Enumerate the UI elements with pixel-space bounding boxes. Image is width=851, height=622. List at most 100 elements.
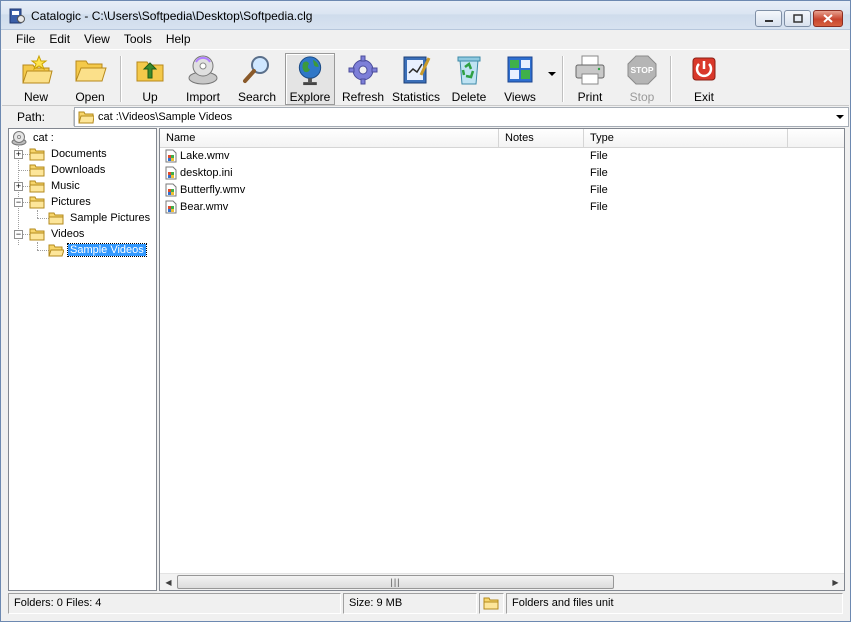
app-window: Catalogic - C:\Users\Softpedia\Desktop\S… bbox=[0, 0, 851, 622]
tree-item-sample-pictures[interactable]: Sample Pictures bbox=[48, 210, 152, 226]
scrollbar-thumb[interactable]: ||| bbox=[177, 575, 614, 589]
refresh-button[interactable]: Refresh bbox=[339, 53, 387, 105]
exit-label: Exit bbox=[693, 90, 714, 104]
statistics-label: Statistics bbox=[391, 90, 440, 104]
tree-item-documents[interactable]: Documents bbox=[29, 146, 109, 162]
collapse-minus-icon[interactable]: − bbox=[14, 230, 23, 239]
scroll-left-arrow-icon[interactable]: ◀ bbox=[160, 574, 177, 590]
views-label: Views bbox=[504, 90, 536, 104]
menu-help[interactable]: Help bbox=[159, 30, 198, 49]
scroll-right-arrow-icon[interactable]: ▶ bbox=[827, 574, 844, 590]
horizontal-scrollbar[interactable]: ◀ ||| ▶ bbox=[160, 573, 844, 590]
file-name: Lake.wmv bbox=[180, 150, 230, 162]
chevron-down-icon bbox=[836, 114, 844, 119]
tree-root-cat[interactable]: cat : bbox=[11, 130, 56, 146]
folder-icon bbox=[48, 212, 64, 225]
delete-label: Delete bbox=[451, 90, 487, 104]
tree-item-label: Downloads bbox=[51, 164, 106, 176]
folder-icon bbox=[29, 148, 45, 161]
tree-item-label-selected: Sample Videos bbox=[67, 243, 147, 257]
table-row[interactable]: Butterfly.wmv File bbox=[160, 182, 844, 199]
print-button[interactable]: Print bbox=[568, 53, 612, 105]
views-button[interactable]: Views bbox=[500, 53, 540, 105]
media-file-icon bbox=[165, 183, 177, 197]
table-row[interactable]: desktop.ini File bbox=[160, 165, 844, 182]
folder-icon bbox=[29, 180, 45, 193]
menu-tools[interactable]: Tools bbox=[117, 30, 159, 49]
app-icon bbox=[9, 8, 25, 24]
close-button[interactable] bbox=[813, 10, 843, 27]
menu-file[interactable]: File bbox=[2, 30, 42, 49]
new-catalog-icon bbox=[22, 54, 53, 84]
open-button[interactable]: Open bbox=[68, 53, 112, 105]
window-title: Catalogic - C:\Users\Softpedia\Desktop\S… bbox=[31, 9, 313, 23]
import-button[interactable]: Import bbox=[180, 53, 226, 105]
file-type: File bbox=[590, 167, 608, 179]
table-row[interactable]: Bear.wmv File bbox=[160, 199, 844, 216]
media-file-icon bbox=[165, 200, 177, 214]
status-folder-icon-panel bbox=[479, 593, 504, 614]
column-header-type[interactable]: Type bbox=[584, 129, 788, 148]
explore-button[interactable]: Explore bbox=[285, 53, 335, 105]
up-button[interactable]: Up bbox=[130, 53, 170, 105]
toolbar-separator bbox=[120, 56, 122, 102]
printer-icon bbox=[575, 55, 605, 85]
views-icon bbox=[507, 56, 533, 83]
close-icon bbox=[823, 14, 833, 23]
statistics-button[interactable]: Statistics bbox=[390, 53, 442, 105]
tree-connector bbox=[37, 242, 38, 250]
maximize-button[interactable] bbox=[784, 10, 811, 27]
menu-view[interactable]: View bbox=[77, 30, 117, 49]
status-bar: Folders: 0 Files: 4 Size: 9 MB Folders a… bbox=[2, 592, 849, 621]
menu-bar: File Edit View Tools Help bbox=[2, 30, 849, 49]
minimize-icon bbox=[764, 19, 773, 22]
search-label: Search bbox=[237, 90, 277, 104]
open-label: Open bbox=[75, 90, 105, 104]
exit-power-icon bbox=[692, 57, 716, 81]
folder-tree[interactable]: cat : + Documents Downloads + Music − Pi… bbox=[8, 128, 157, 591]
search-button[interactable]: Search bbox=[234, 53, 280, 105]
tree-root-label: cat : bbox=[33, 132, 54, 144]
explore-globe-icon bbox=[298, 56, 322, 86]
status-unit: Folders and files unit bbox=[506, 593, 843, 614]
toolbar: New Open Up Import Search Explore Refres… bbox=[2, 49, 849, 106]
new-button[interactable]: New bbox=[14, 53, 58, 105]
stop-button[interactable]: STOP Stop bbox=[622, 53, 662, 105]
toolbar-separator bbox=[670, 56, 672, 102]
minimize-button[interactable] bbox=[755, 10, 782, 27]
tree-item-downloads[interactable]: Downloads bbox=[29, 162, 107, 178]
tree-item-label: Documents bbox=[51, 148, 107, 160]
tree-connector bbox=[37, 210, 38, 218]
expand-plus-icon[interactable]: + bbox=[14, 182, 23, 191]
media-file-icon bbox=[165, 149, 177, 163]
folder-icon bbox=[78, 111, 94, 124]
file-list[interactable]: Name Notes Type Lake.wmv File desktop.in… bbox=[159, 128, 845, 591]
path-combobox[interactable]: cat :\Videos\Sample Videos bbox=[74, 107, 849, 127]
collapse-minus-icon[interactable]: − bbox=[14, 198, 23, 207]
media-file-icon bbox=[165, 166, 177, 180]
stop-label: Stop bbox=[629, 90, 655, 104]
up-label: Up bbox=[142, 90, 158, 104]
table-row[interactable]: Lake.wmv File bbox=[160, 148, 844, 165]
tree-item-label: Pictures bbox=[51, 196, 91, 208]
delete-button[interactable]: Delete bbox=[448, 53, 490, 105]
menu-edit[interactable]: Edit bbox=[42, 30, 77, 49]
folder-icon bbox=[29, 228, 45, 241]
folder-icon bbox=[483, 597, 499, 610]
path-dropdown-button[interactable] bbox=[833, 109, 847, 125]
tree-item-music[interactable]: Music bbox=[29, 178, 82, 194]
tree-item-sample-videos[interactable]: Sample Videos bbox=[48, 242, 147, 258]
column-header-name[interactable]: Name bbox=[160, 129, 499, 148]
tree-item-pictures[interactable]: Pictures bbox=[29, 194, 93, 210]
toolbar-separator bbox=[562, 56, 564, 102]
file-name: Bear.wmv bbox=[180, 201, 229, 213]
title-bar: Catalogic - C:\Users\Softpedia\Desktop\S… bbox=[1, 1, 850, 30]
expand-plus-icon[interactable]: + bbox=[14, 150, 23, 159]
folder-icon bbox=[29, 164, 45, 177]
exit-button[interactable]: Exit bbox=[682, 53, 726, 105]
views-dropdown-button[interactable] bbox=[546, 68, 558, 80]
tree-item-label: Videos bbox=[51, 228, 85, 240]
column-header-notes[interactable]: Notes bbox=[499, 129, 584, 148]
list-header: Name Notes Type bbox=[160, 129, 844, 148]
tree-item-videos[interactable]: Videos bbox=[29, 226, 86, 242]
